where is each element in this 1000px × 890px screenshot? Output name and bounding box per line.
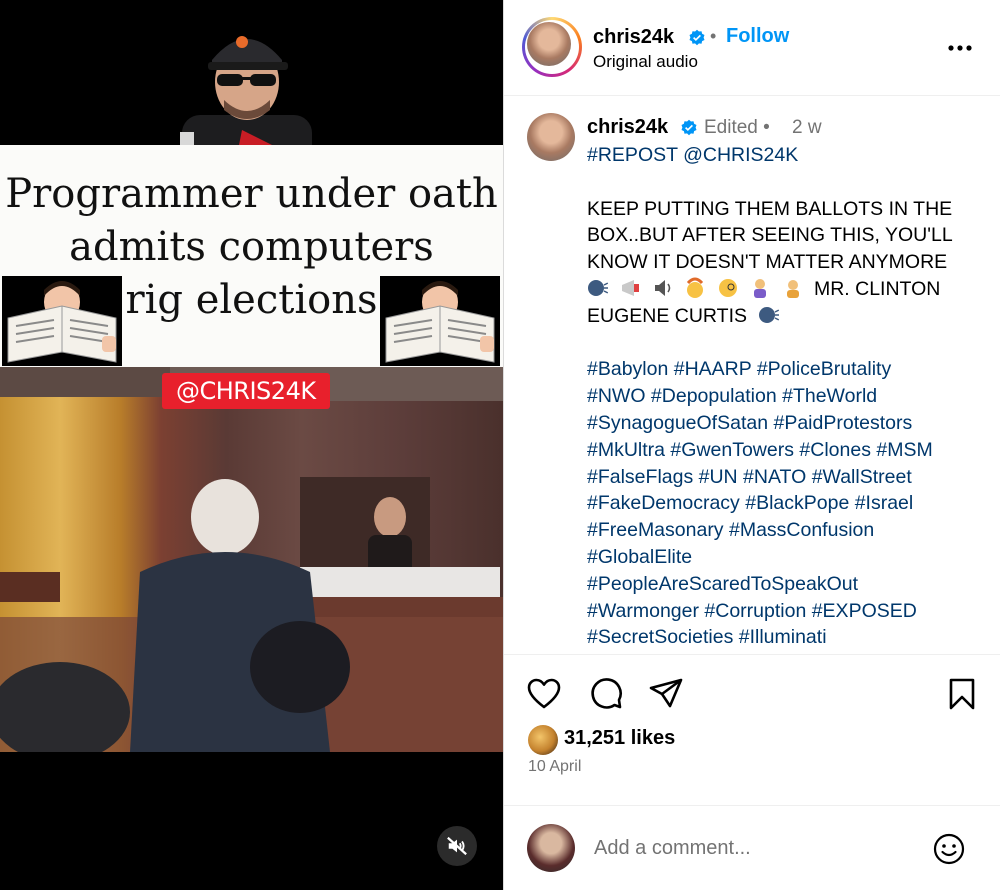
author-avatar-story-ring[interactable] (522, 17, 582, 77)
caption-emoji-line: MR. CLINTON (587, 276, 987, 303)
hashtag-line[interactable]: #FalseFlags #UN #NATO #WallStreet (587, 464, 987, 491)
comment-composer (504, 805, 1000, 890)
caption-username[interactable]: chris24k (587, 116, 668, 139)
speaker-emoji (654, 279, 671, 296)
hashtag-line[interactable]: #GlobalElite (587, 544, 987, 571)
post-date: 10 April (528, 758, 582, 775)
caption-edited-text: Edited (704, 117, 758, 138)
audio-label[interactable]: Original audio (593, 52, 698, 72)
hashtag-line[interactable]: #FakeDemocracy #BlackPope #Israel (587, 490, 987, 517)
courtroom-illustration (0, 367, 503, 752)
caption-author-avatar[interactable] (527, 113, 575, 161)
liker-avatar (528, 725, 558, 755)
caption-separator: • (763, 117, 770, 138)
caption-edited-label: Edited • (704, 117, 770, 139)
share-icon[interactable] (648, 676, 684, 712)
author-avatar (527, 22, 571, 66)
bookmark-icon[interactable] (944, 676, 980, 712)
author-username[interactable]: chris24k (593, 26, 674, 49)
verified-badge-icon (681, 119, 697, 136)
newspaper-reader-icon (2, 276, 122, 366)
video-watermark-text: @CHRIS24K (176, 377, 316, 405)
post-caption: chris24k Edited • 2 w #REPOST @CHRIS24K … (504, 97, 1000, 655)
hashtag-line[interactable]: #Babylon #HAARP #PoliceBrutality (587, 356, 987, 383)
caption-body-line: EUGENE CURTIS (587, 303, 987, 330)
hashtag-line[interactable]: #FreeMasonary #MassConfusion (587, 517, 987, 544)
person-facepalming-emoji (786, 279, 799, 298)
viewer-avatar (527, 824, 575, 872)
caption-body-line: BOX..BUT AFTER SEEING THIS, YOU'LL (587, 224, 953, 247)
newspaper-reader-icon (380, 276, 500, 366)
video-title-line-1: Programmer under oath (5, 171, 498, 217)
caption-body-line: KNOW IT DOESN'T MATTER ANYMORE (587, 251, 948, 274)
video-watermark: @CHRIS24K (162, 373, 330, 409)
hashtag-line[interactable]: #SecretSocieties #Illuminati (587, 624, 987, 651)
speaking-head-emoji (588, 279, 609, 296)
video-bottom-band (0, 752, 503, 890)
follow-button[interactable]: Follow (726, 25, 789, 48)
hashtag-line[interactable]: #PeopleAreScaredToSpeakOut (587, 571, 987, 598)
post-details-panel: chris24k • Follow Original audio chris24… (504, 0, 1000, 890)
speaker-muted-icon (447, 836, 467, 856)
person-shrugging-emoji (754, 278, 767, 298)
speaking-head-emoji (759, 306, 780, 323)
caption-mention-line[interactable]: #REPOST @CHRIS24K (587, 142, 987, 169)
instagram-post-view: Programmer under oath admits computers r… (0, 0, 1000, 890)
verified-badge-icon (689, 29, 705, 46)
mute-toggle-button[interactable] (437, 826, 477, 866)
exploding-head-emoji (687, 277, 704, 298)
video-title-line-2: admits computers (69, 224, 434, 270)
caption-text: #REPOST @CHRIS24K KEEP PUTTING THEM BALL… (587, 142, 987, 651)
post-video[interactable]: Programmer under oath admits computers r… (0, 0, 503, 890)
courtroom-scene (0, 367, 503, 752)
hashtag-line[interactable]: #NWO #Depopulation #TheWorld (587, 383, 987, 410)
heart-icon[interactable] (526, 676, 562, 712)
hashtag-line[interactable]: #MkUltra #GwenTowers #Clones #MSM (587, 437, 987, 464)
comment-input[interactable] (594, 834, 914, 862)
post-header: chris24k • Follow Original audio (504, 0, 1000, 96)
hashtag-line[interactable]: #Warmonger #Corruption #EXPOSED (587, 598, 987, 625)
hashtag-line[interactable]: #SynagogueOfSatan #PaidProtestors (587, 410, 987, 437)
likes-count[interactable]: 31,251 likes (564, 727, 675, 750)
more-options-icon[interactable] (945, 36, 975, 58)
header-separator: • (710, 26, 717, 46)
caption-emoji-line-text: MR. CLINTON (813, 277, 941, 300)
post-actions-bar (504, 670, 1000, 720)
smiley-icon[interactable] (932, 832, 966, 866)
caption-body-line: KEEP PUTTING THEM BALLOTS IN THE (587, 197, 953, 220)
megaphone-emoji (622, 279, 640, 296)
comment-icon[interactable] (588, 676, 624, 712)
caption-last-line-text: EUGENE CURTIS (587, 304, 747, 327)
monocle-face-emoji (718, 278, 737, 297)
caption-timestamp[interactable]: 2 w (792, 117, 822, 139)
